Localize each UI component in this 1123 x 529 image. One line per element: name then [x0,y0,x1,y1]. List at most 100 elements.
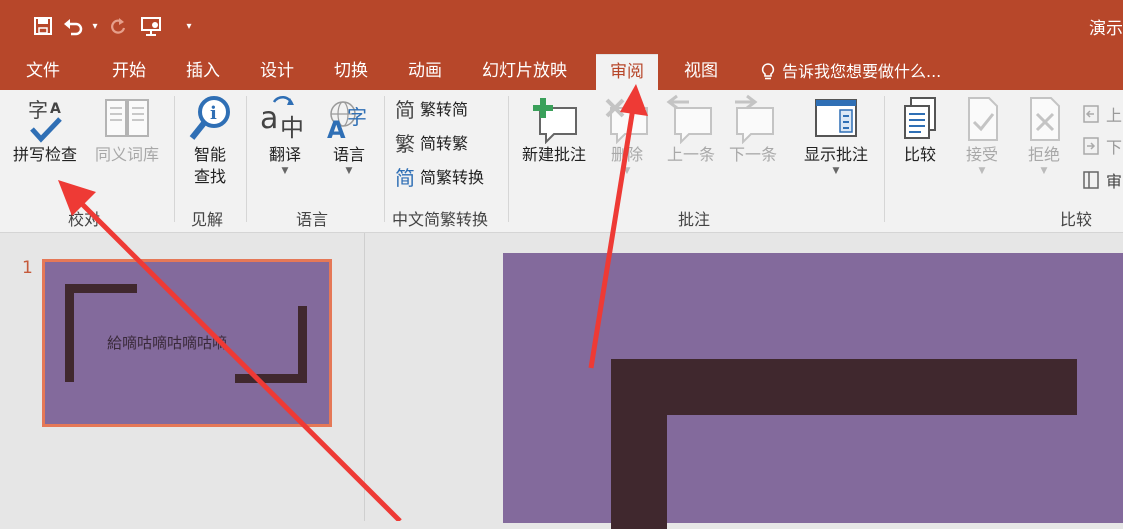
compare-label: 比较 [903,145,936,164]
next-change-label: 下 [1106,138,1123,157]
previous-change-label: 上 [1106,106,1123,125]
thesaurus-icon [99,94,155,144]
slide-editing-area [365,233,1123,529]
tell-me-search[interactable]: 告诉我您想要做什么... [760,54,941,90]
slide-number: 1 [22,258,33,278]
accept-button[interactable]: 接受 ▼ [954,94,1010,176]
tell-me-text: 告诉我您想要做什么... [782,62,942,81]
delete-comment-icon [599,94,655,144]
smart-lookup-button[interactable]: i 智能 查找 [182,94,238,188]
new-comment-icon [526,94,582,144]
simplified-to-traditional-button[interactable]: 繁 简转繁 [394,130,469,156]
redo-icon[interactable] [102,12,132,40]
slide-frame-shape[interactable] [611,359,1077,415]
group-separator [246,96,247,222]
tab-file[interactable]: 文件 [26,54,60,90]
previous-comment-icon [663,94,719,144]
tab-review[interactable]: 审阅 [596,54,658,91]
group-separator [884,96,885,222]
new-comment-label: 新建批注 [521,145,586,164]
delete-comment-label: 删除 [610,145,643,164]
chinese-conversion-label: 简繁转换 [420,168,485,187]
show-comments-label: 显示批注 [803,145,868,164]
next-comment-label: 下一条 [728,145,777,164]
show-comments-button[interactable]: 显示批注 ▼ [794,94,878,176]
tab-home[interactable]: 开始 [112,54,146,90]
next-change-icon [1080,134,1102,158]
thesaurus-button[interactable]: 同义词库 [86,94,168,166]
slide-frame-shape[interactable] [611,359,667,529]
delete-comment-button[interactable]: 删除 ▼ [598,94,656,176]
reviewing-pane-label: 审 [1106,172,1123,191]
chevron-down-icon: ▼ [1040,166,1048,176]
undo-icon[interactable] [58,12,88,40]
svg-text:A: A [50,101,61,117]
simplified-to-traditional-label: 简转繁 [420,134,469,153]
tab-view[interactable]: 视图 [684,54,718,90]
chevron-down-icon: ▼ [281,166,289,176]
language-label: 语言 [332,145,365,164]
tab-insert[interactable]: 插入 [186,54,220,90]
chinese-conversion-icon: 简 [395,165,415,190]
tab-design[interactable]: 设计 [260,54,294,90]
reject-label: 拒绝 [1027,145,1060,164]
lightbulb-icon [761,63,775,80]
smart-lookup-label-2: 查找 [193,167,226,186]
new-comment-button[interactable]: 新建批注 [514,94,594,166]
spelling-check-icon: 字 A [17,94,73,144]
next-change-button[interactable]: 下 [1080,134,1122,158]
reviewing-pane-button[interactable]: 审 [1080,168,1122,192]
translate-label: 翻译 [268,145,301,164]
smart-lookup-label-1: 智能 [193,145,226,164]
group-separator [508,96,509,222]
accept-icon [954,94,1010,144]
next-comment-button[interactable]: 下一条 [722,94,784,166]
customize-qat-icon[interactable]: ▾ [182,21,196,32]
svg-text:i: i [210,103,217,124]
tab-animations[interactable]: 动画 [408,54,442,90]
traditional-to-simplified-label: 繁转简 [420,100,469,119]
present-from-start-icon[interactable] [132,12,172,40]
slide-thumbnail[interactable]: 給嘀咕嘀咕嘀咕嘀 [42,259,332,427]
chevron-down-icon: ▼ [623,166,631,176]
document-title: 演示 [1089,19,1123,39]
quick-access-toolbar: ▾ ▾ [28,12,196,40]
previous-change-button[interactable]: 上 [1080,102,1122,126]
group-separator [174,96,175,222]
chinese-conversion-button[interactable]: 简 简繁转换 [394,164,485,190]
current-slide[interactable] [503,253,1123,529]
save-icon[interactable] [28,12,58,40]
next-comment-icon [725,94,781,144]
ribbon-review: 字 A 拼写检查 同义词库 校对 i 智能 查找 见解 a中 翻译 ▼ A字 语… [0,90,1123,233]
smart-lookup-icon: i [182,94,238,144]
spelling-check-button[interactable]: 字 A 拼写检查 [6,94,84,166]
traditional-to-simplified-button[interactable]: 简 繁转简 [394,96,469,122]
translate-icon: a中 [257,94,313,144]
group-label-comments: 批注 [678,210,711,229]
previous-comment-button[interactable]: 上一条 [660,94,722,166]
simplified-to-traditional-icon: 繁 [395,131,415,156]
compare-button[interactable]: 比较 [892,94,948,166]
svg-text:中: 中 [280,114,304,142]
tab-slideshow[interactable]: 幻灯片放映 [482,54,567,90]
group-label-proofing: 校对 [68,210,101,229]
undo-dropdown-icon[interactable]: ▾ [88,21,102,32]
translate-button[interactable]: a中 翻译 ▼ [254,94,316,176]
svg-text:a: a [260,101,278,136]
chevron-down-icon: ▼ [345,166,353,176]
group-label-chinese-conversion: 中文简繁转换 [392,210,489,229]
slide-thumbnail-pane: 1 給嘀咕嘀咕嘀咕嘀 [0,233,365,521]
svg-text:A: A [327,116,346,144]
previous-comment-label: 上一条 [666,145,715,164]
reviewing-pane-icon [1080,168,1102,192]
reject-button[interactable]: 拒绝 ▼ [1016,94,1072,176]
chevron-down-icon: ▼ [832,166,840,176]
tab-transitions[interactable]: 切换 [334,54,368,90]
language-button[interactable]: A字 语言 ▼ [318,94,380,176]
show-comments-icon [808,94,864,144]
ribbon-tabs: 文件 开始 插入 设计 切换 动画 幻灯片放映 审阅 视图 告诉我您想要做什么.… [0,54,1123,91]
group-label-insights: 见解 [191,210,224,229]
traditional-to-simplified-icon: 简 [395,97,415,122]
svg-text:字: 字 [28,98,48,122]
language-icon: A字 [321,94,377,144]
